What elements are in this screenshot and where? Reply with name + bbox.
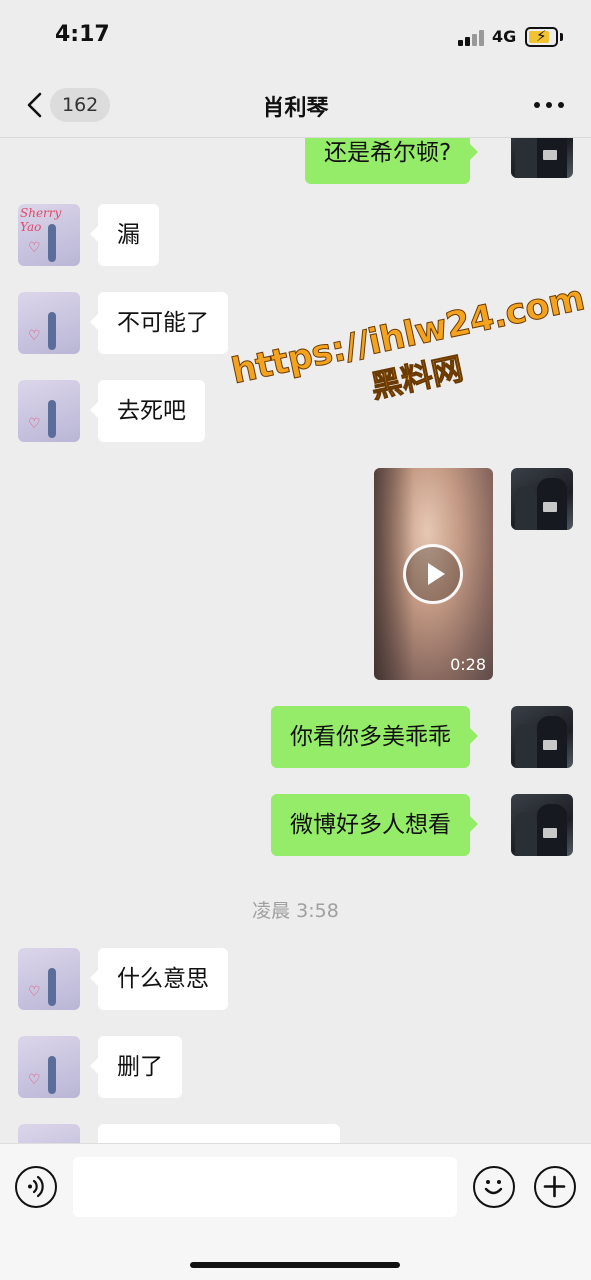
emoji-icon[interactable] <box>473 1166 515 1208</box>
nav-bar: 162 肖利琴 <box>0 72 591 138</box>
message-bubble-other[interactable] <box>98 1124 340 1143</box>
plus-icon[interactable] <box>534 1166 576 1208</box>
message-bubble-other[interactable]: 什么意思 <box>90 948 228 1010</box>
more-dots-icon[interactable] <box>534 102 564 110</box>
video-message[interactable]: 0:28 <box>374 468 493 680</box>
avatar-self[interactable] <box>511 706 573 768</box>
signal-icon <box>458 30 486 46</box>
chat-title: 肖利琴 <box>262 96 329 121</box>
play-icon[interactable] <box>403 544 463 604</box>
avatar-other[interactable]: Sherry Yao ♡ <box>18 204 80 266</box>
message-bubble-self[interactable]: 微博好多人想看 <box>271 794 478 856</box>
message-bubble-other[interactable]: 漏 <box>90 204 159 266</box>
battery-charging-icon: ⚡ <box>525 27 558 47</box>
message-bubble-self[interactable]: 你看你多美乖乖 <box>271 706 478 768</box>
avatar-other[interactable]: ♡ <box>18 1036 80 1098</box>
message-bubble-other[interactable]: 不可能了 <box>90 292 228 354</box>
video-duration: 0:28 <box>450 655 486 674</box>
message-bubble-other[interactable]: 去死吧 <box>90 380 205 442</box>
home-indicator[interactable] <box>190 1262 400 1268</box>
avatar-self[interactable] <box>511 468 573 530</box>
plus-glyph-icon <box>543 1175 566 1198</box>
message-list[interactable]: 还是希尔顿? Sherry Yao ♡ 漏 ♡ 不可能了 ♡ 去死吧 0:28 你… <box>0 138 591 1143</box>
message-bubble-self[interactable]: 还是希尔顿? <box>305 138 479 184</box>
battery-tip <box>560 33 563 41</box>
avatar-other[interactable]: ♡ <box>18 380 80 442</box>
chat-screen: 4:17 4G ⚡ 162 肖利琴 还是希尔顿? Sherry Yao ♡ 漏 … <box>0 0 591 1280</box>
message-bubble-other[interactable]: 删了 <box>90 1036 182 1098</box>
voice-wave-icon <box>28 1175 44 1198</box>
watermark: https://ihlw24.com 黑料网 <box>227 278 591 434</box>
status-bar: 4:17 4G ⚡ <box>0 0 591 72</box>
message-input[interactable] <box>73 1157 457 1217</box>
smile-icon <box>484 1180 503 1195</box>
avatar-other[interactable]: ♡ <box>18 292 80 354</box>
avatar-other[interactable]: ♡ <box>18 948 80 1010</box>
avatar-self[interactable] <box>511 794 573 856</box>
input-bar <box>0 1143 591 1280</box>
network-type: 4G <box>492 27 517 46</box>
avatar-other[interactable] <box>18 1124 80 1143</box>
voice-icon[interactable] <box>15 1166 57 1208</box>
time-separator: 凌晨 3:58 <box>252 900 339 922</box>
status-time: 4:17 <box>55 22 110 47</box>
avatar-self[interactable] <box>511 138 573 178</box>
